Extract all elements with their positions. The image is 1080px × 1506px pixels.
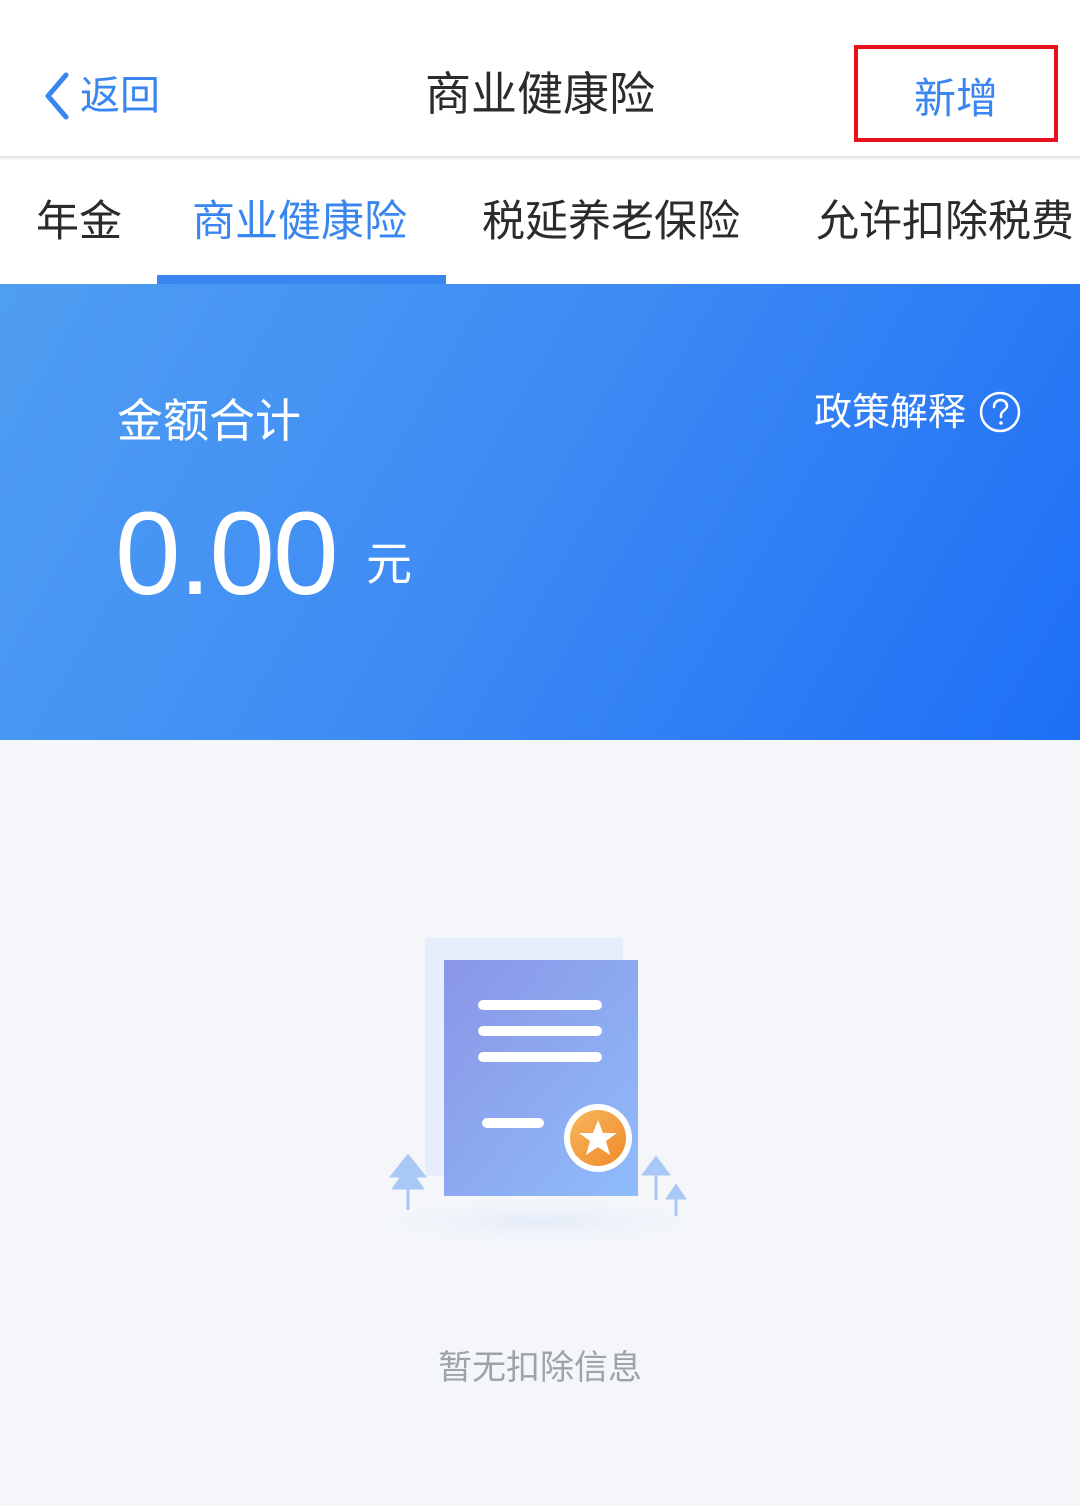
document-star-icon xyxy=(350,938,730,1250)
active-tab-indicator xyxy=(157,275,446,284)
tab-health-insurance[interactable]: 商业健康险 xyxy=(192,160,407,284)
top-nav-bar: 返回 商业健康险 新增 xyxy=(0,0,1080,158)
amount-summary-card: 金额合计 0.00 元 政策解释 xyxy=(0,284,1080,740)
add-button[interactable]: 新增 xyxy=(854,45,1058,142)
screen: 返回 商业健康险 新增 年金 商业健康险 税延养老保险 允许扣除税费 金额合计 … xyxy=(0,0,1080,1506)
tab-tax-deferred-pension[interactable]: 税延养老保险 xyxy=(482,160,740,284)
add-button-label: 新增 xyxy=(913,74,998,123)
category-tabs: 年金 商业健康险 税延养老保险 允许扣除税费 xyxy=(0,160,1080,284)
policy-explanation-link[interactable]: 政策解释 xyxy=(814,382,1022,442)
total-amount-value: 0.00 xyxy=(115,488,339,620)
question-circle-icon xyxy=(979,391,1021,433)
policy-explanation-label: 政策解释 xyxy=(814,390,967,434)
currency-unit: 元 xyxy=(366,537,412,591)
tab-deductible-taxes[interactable]: 允许扣除税费 xyxy=(816,160,1074,284)
total-amount-label: 金额合计 xyxy=(117,394,301,448)
tab-annuity[interactable]: 年金 xyxy=(36,160,122,284)
empty-state-message: 暂无扣除信息 xyxy=(438,1348,642,1388)
